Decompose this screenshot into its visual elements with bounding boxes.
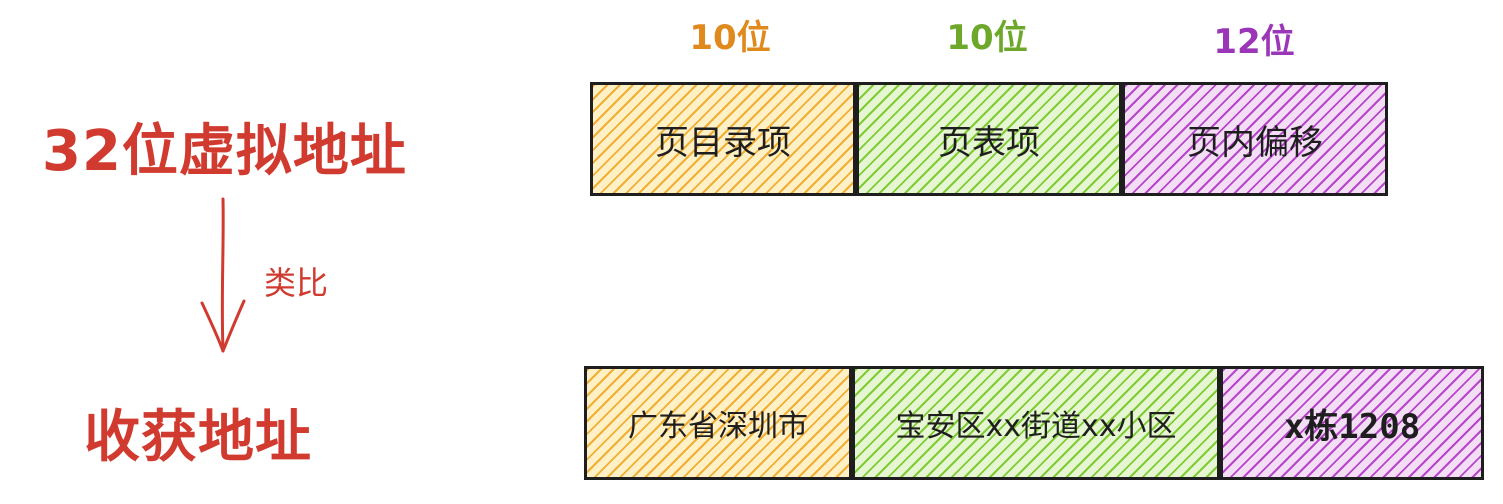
bits-label-directory: 10位 [689, 18, 771, 58]
analogy-label: 类比 [264, 264, 329, 302]
district-street-label: 宝安区xx街道xx小区 [895, 409, 1177, 444]
shipping-address-title: 收获地址 [84, 405, 312, 470]
district-street-box: 宝安区xx街道xx小区 [852, 366, 1220, 480]
bits-label-table: 10位 [946, 18, 1028, 58]
province-city-label: 广东省深圳市 [628, 409, 808, 444]
bits-label-offset: 12位 [1213, 22, 1295, 62]
page-offset-box: 页内偏移 [1122, 82, 1388, 196]
page-offset-label: 页内偏移 [1187, 122, 1323, 163]
page-directory-entry-box: 页目录项 [590, 82, 856, 196]
page-table-entry-label: 页表项 [938, 122, 1040, 163]
building-room-label: x栋1208 [1283, 406, 1421, 447]
province-city-box: 广东省深圳市 [584, 366, 852, 480]
virtual-address-title: 32位虚拟地址 [42, 119, 407, 184]
page-directory-entry-label: 页目录项 [655, 122, 791, 163]
building-room-box: x栋1208 [1220, 366, 1484, 480]
down-arrow-icon [200, 197, 246, 353]
page-table-entry-box: 页表项 [856, 82, 1122, 196]
